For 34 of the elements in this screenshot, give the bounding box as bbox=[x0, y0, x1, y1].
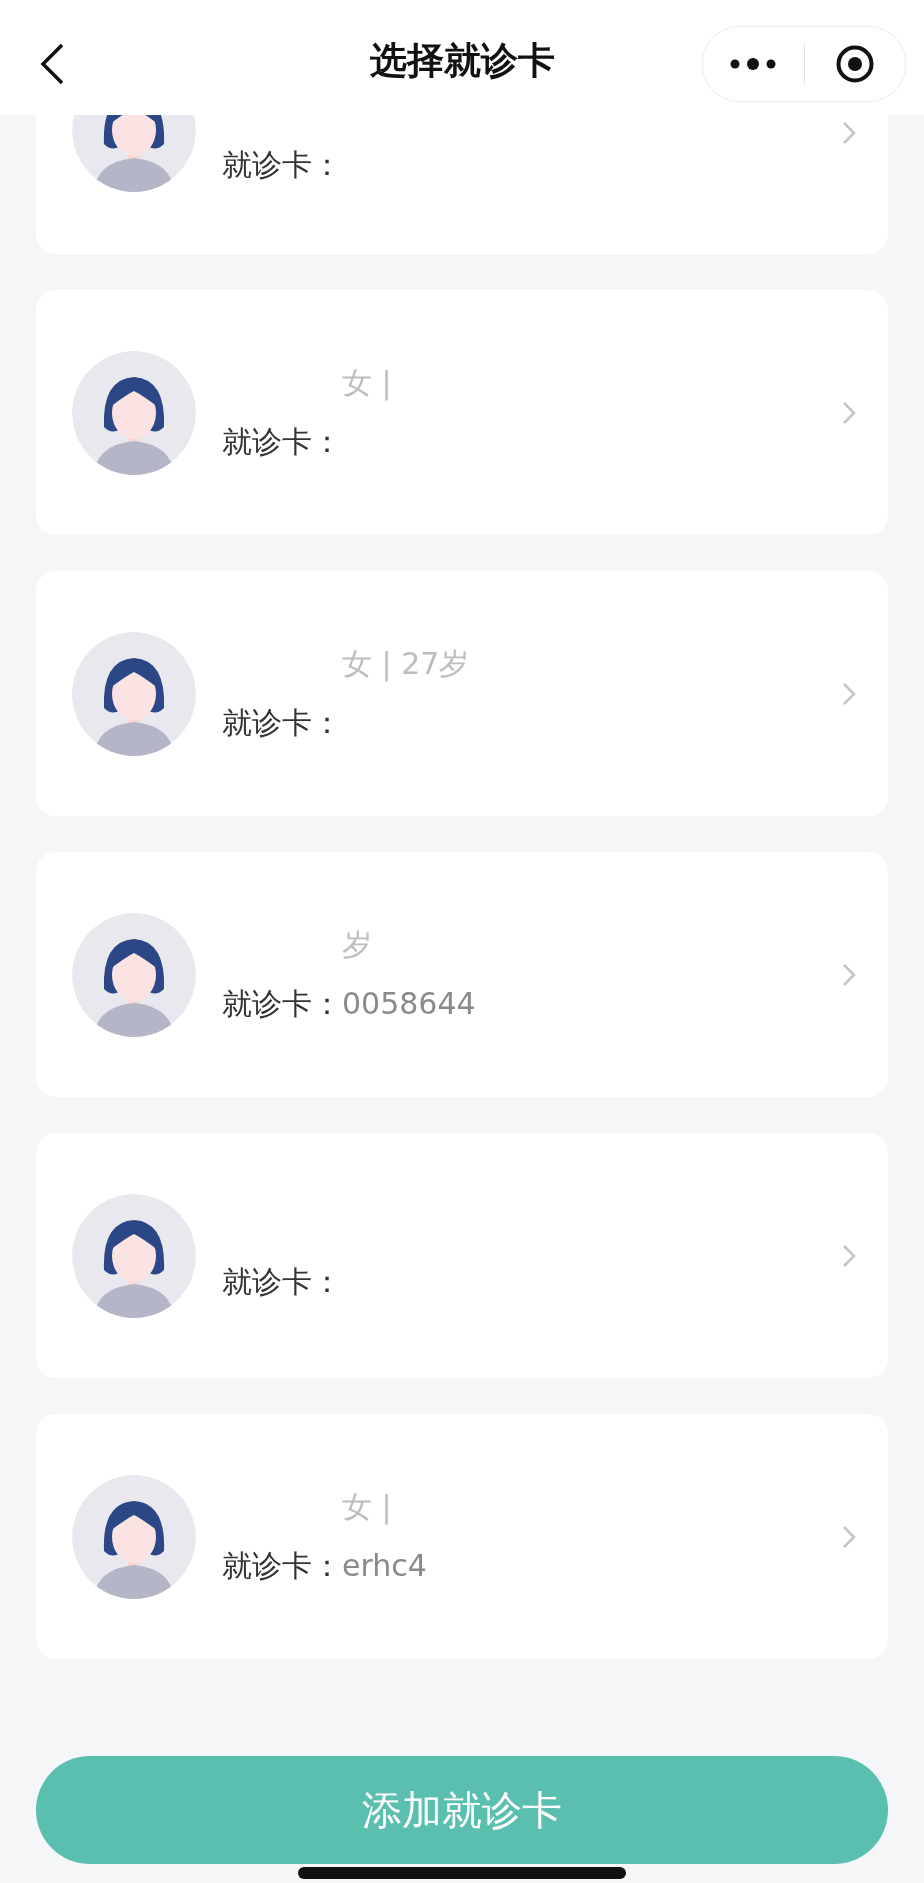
chevron-icon bbox=[842, 681, 856, 706]
card-label: 就诊卡： bbox=[222, 703, 342, 742]
card-label: 就诊卡： bbox=[222, 147, 342, 182]
chevron-icon bbox=[842, 1243, 856, 1268]
avatar-icon bbox=[72, 912, 196, 1037]
avatar-icon bbox=[72, 1193, 196, 1318]
patient-info: 女 | 27岁 bbox=[341, 644, 470, 684]
page-title: 选择就诊卡 bbox=[369, 37, 555, 84]
chevron-icon bbox=[842, 962, 856, 987]
patient-card[interactable]: 岁 就诊卡：0058644 bbox=[36, 852, 888, 1097]
more-icon[interactable] bbox=[730, 58, 777, 70]
chevron-icon bbox=[842, 1524, 856, 1549]
patient-info: 女 | bbox=[341, 1487, 392, 1527]
back-icon[interactable] bbox=[38, 42, 66, 86]
avatar-icon bbox=[72, 631, 196, 756]
patient-card[interactable]: 就诊卡： bbox=[36, 1133, 888, 1378]
card-label: 就诊卡： bbox=[222, 984, 342, 1023]
patient-info: 岁 bbox=[341, 925, 372, 964]
chevron-icon bbox=[842, 121, 856, 145]
target-icon[interactable] bbox=[834, 44, 875, 84]
avatar-icon bbox=[72, 350, 196, 475]
card-label: 就诊卡： bbox=[222, 1546, 342, 1585]
avatar-icon bbox=[72, 1474, 196, 1599]
patient-card[interactable]: 就诊卡： bbox=[36, 115, 888, 254]
avatar-icon bbox=[72, 115, 196, 192]
patient-card[interactable]: 女 | 就诊卡：erhc4 bbox=[36, 1414, 888, 1659]
patient-info: 女 | bbox=[341, 363, 392, 403]
card-number: erhc4 bbox=[342, 1547, 427, 1583]
card-label: 就诊卡： bbox=[222, 422, 342, 461]
card-label: 就诊卡： bbox=[222, 1263, 342, 1301]
patient-card[interactable]: 女 | 27岁 就诊卡： bbox=[36, 571, 888, 816]
patient-card[interactable]: 女 | 就诊卡： bbox=[36, 290, 888, 535]
card-number: 0058644 bbox=[342, 985, 476, 1021]
chevron-icon bbox=[842, 400, 856, 425]
